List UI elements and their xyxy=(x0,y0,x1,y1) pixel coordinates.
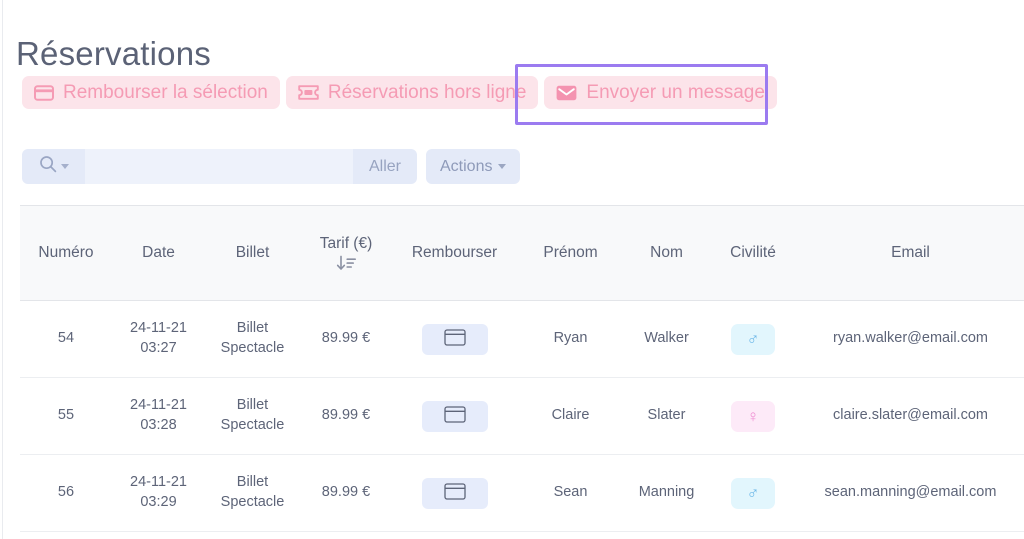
column-header-date[interactable]: Date xyxy=(112,205,205,301)
reservations-table: Numéro Date Billet Tarif (€) Rembourser … xyxy=(20,205,1024,532)
cell-nom: Slater xyxy=(624,377,709,455)
cell-email: ryan.walker@email.com xyxy=(797,300,1024,378)
cell-nom: Walker xyxy=(624,300,709,378)
cell-prenom: Claire xyxy=(517,377,624,455)
cell-civilite: ♂ xyxy=(709,300,797,378)
column-header-prenom[interactable]: Prénom xyxy=(517,205,624,301)
column-label: Billet xyxy=(235,244,270,262)
cell-rembourser xyxy=(392,377,517,455)
magnifier-icon xyxy=(39,155,57,178)
cell-prenom: Sean xyxy=(517,454,624,532)
chevron-down-icon xyxy=(498,164,507,169)
cell-billet: Billet Spectacle xyxy=(205,377,300,455)
column-header-civilite[interactable]: Civilité xyxy=(709,205,797,301)
column-label: Nom xyxy=(650,244,683,262)
table-row[interactable]: 55 24-11-21 03:28 Billet Spectacle 89.99 € C… xyxy=(20,377,1024,455)
offline-reservations-button[interactable]: Réservations hors ligne xyxy=(285,76,539,109)
cell-rembourser xyxy=(392,454,517,532)
column-header-numero[interactable]: Numéro xyxy=(20,205,112,301)
cell-tarif: 89.99 € xyxy=(300,454,392,532)
male-gender-icon: ♂ xyxy=(731,323,775,355)
search-group: Aller xyxy=(22,149,417,184)
credit-card-icon xyxy=(443,329,466,349)
cell-email: sean.manning@email.com xyxy=(797,454,1024,532)
cell-billet: Billet Spectacle xyxy=(205,300,300,378)
send-message-label: Envoyer un message xyxy=(586,82,765,103)
column-label: Email xyxy=(891,244,930,262)
offline-reservations-label: Réservations hors ligne xyxy=(327,82,527,103)
refund-row-button[interactable] xyxy=(421,400,488,432)
table-row[interactable]: 56 24-11-21 03:29 Billet Spectacle 89.99 € S… xyxy=(20,454,1024,532)
column-header-nom[interactable]: Nom xyxy=(624,205,709,301)
cell-numero: 56 xyxy=(20,454,112,532)
refund-selection-button[interactable]: Rembourser la sélection xyxy=(22,76,280,109)
search-icon-dropdown[interactable] xyxy=(22,149,85,184)
column-label: Rembourser xyxy=(411,244,498,262)
actions-toolbar: Rembourser la sélection Réservations hor… xyxy=(22,76,777,109)
actions-dropdown-label: Actions xyxy=(440,157,493,175)
column-label: Date xyxy=(142,244,175,262)
column-label: Numéro xyxy=(38,244,94,262)
cell-nom: Manning xyxy=(624,454,709,532)
cell-tarif: 89.99 € xyxy=(300,377,392,455)
cell-email: claire.slater@email.com xyxy=(797,377,1024,455)
cell-date: 24-11-21 03:28 xyxy=(112,377,205,455)
envelope-icon xyxy=(556,85,577,101)
column-label: Prénom xyxy=(543,244,598,262)
column-header-email[interactable]: Email xyxy=(797,205,1024,301)
credit-card-icon xyxy=(443,406,466,426)
ticket-icon xyxy=(298,85,319,100)
female-gender-icon: ♀ xyxy=(731,400,775,432)
credit-card-icon xyxy=(443,483,466,503)
reservations-page: Réservations Rembourser la sélection Rés… xyxy=(0,0,1024,539)
refund-row-button[interactable] xyxy=(421,323,488,355)
search-input[interactable] xyxy=(85,149,353,184)
actions-dropdown-button[interactable]: Actions xyxy=(426,149,521,184)
reservations-table-container: Numéro Date Billet Tarif (€) Rembourser … xyxy=(20,205,1024,532)
credit-card-icon xyxy=(34,84,54,101)
column-header-billet[interactable]: Billet xyxy=(205,205,300,301)
cell-numero: 55 xyxy=(20,377,112,455)
cell-civilite: ♂ xyxy=(709,454,797,532)
search-go-button[interactable]: Aller xyxy=(353,149,417,184)
cell-tarif: 89.99 € xyxy=(300,300,392,378)
sort-descending-icon xyxy=(335,255,357,272)
cell-rembourser xyxy=(392,300,517,378)
column-label: Tarif (€) xyxy=(319,234,373,252)
chevron-down-icon xyxy=(60,164,69,169)
table-header-row: Numéro Date Billet Tarif (€) Rembourser … xyxy=(20,205,1024,301)
column-label: Civilité xyxy=(730,244,776,262)
male-gender-icon: ♂ xyxy=(731,477,775,509)
column-header-rembourser[interactable]: Rembourser xyxy=(392,205,517,301)
cell-civilite: ♀ xyxy=(709,377,797,455)
cell-prenom: Ryan xyxy=(517,300,624,378)
table-body: 54 24-11-21 03:27 Billet Spectacle 89.99 € R… xyxy=(20,300,1024,532)
cell-date: 24-11-21 03:27 xyxy=(112,300,205,378)
cell-numero: 54 xyxy=(20,300,112,378)
cell-date: 24-11-21 03:29 xyxy=(112,454,205,532)
cell-billet: Billet Spectacle xyxy=(205,454,300,532)
refund-selection-label: Rembourser la sélection xyxy=(63,82,268,103)
search-toolbar: Aller Actions xyxy=(22,149,521,184)
send-message-button[interactable]: Envoyer un message xyxy=(544,76,777,109)
table-row[interactable]: 54 24-11-21 03:27 Billet Spectacle 89.99 € R… xyxy=(20,300,1024,378)
content-left-rule xyxy=(2,0,3,539)
page-title: Réservations xyxy=(16,35,211,73)
refund-row-button[interactable] xyxy=(421,477,488,509)
column-header-tarif[interactable]: Tarif (€) xyxy=(300,205,392,301)
